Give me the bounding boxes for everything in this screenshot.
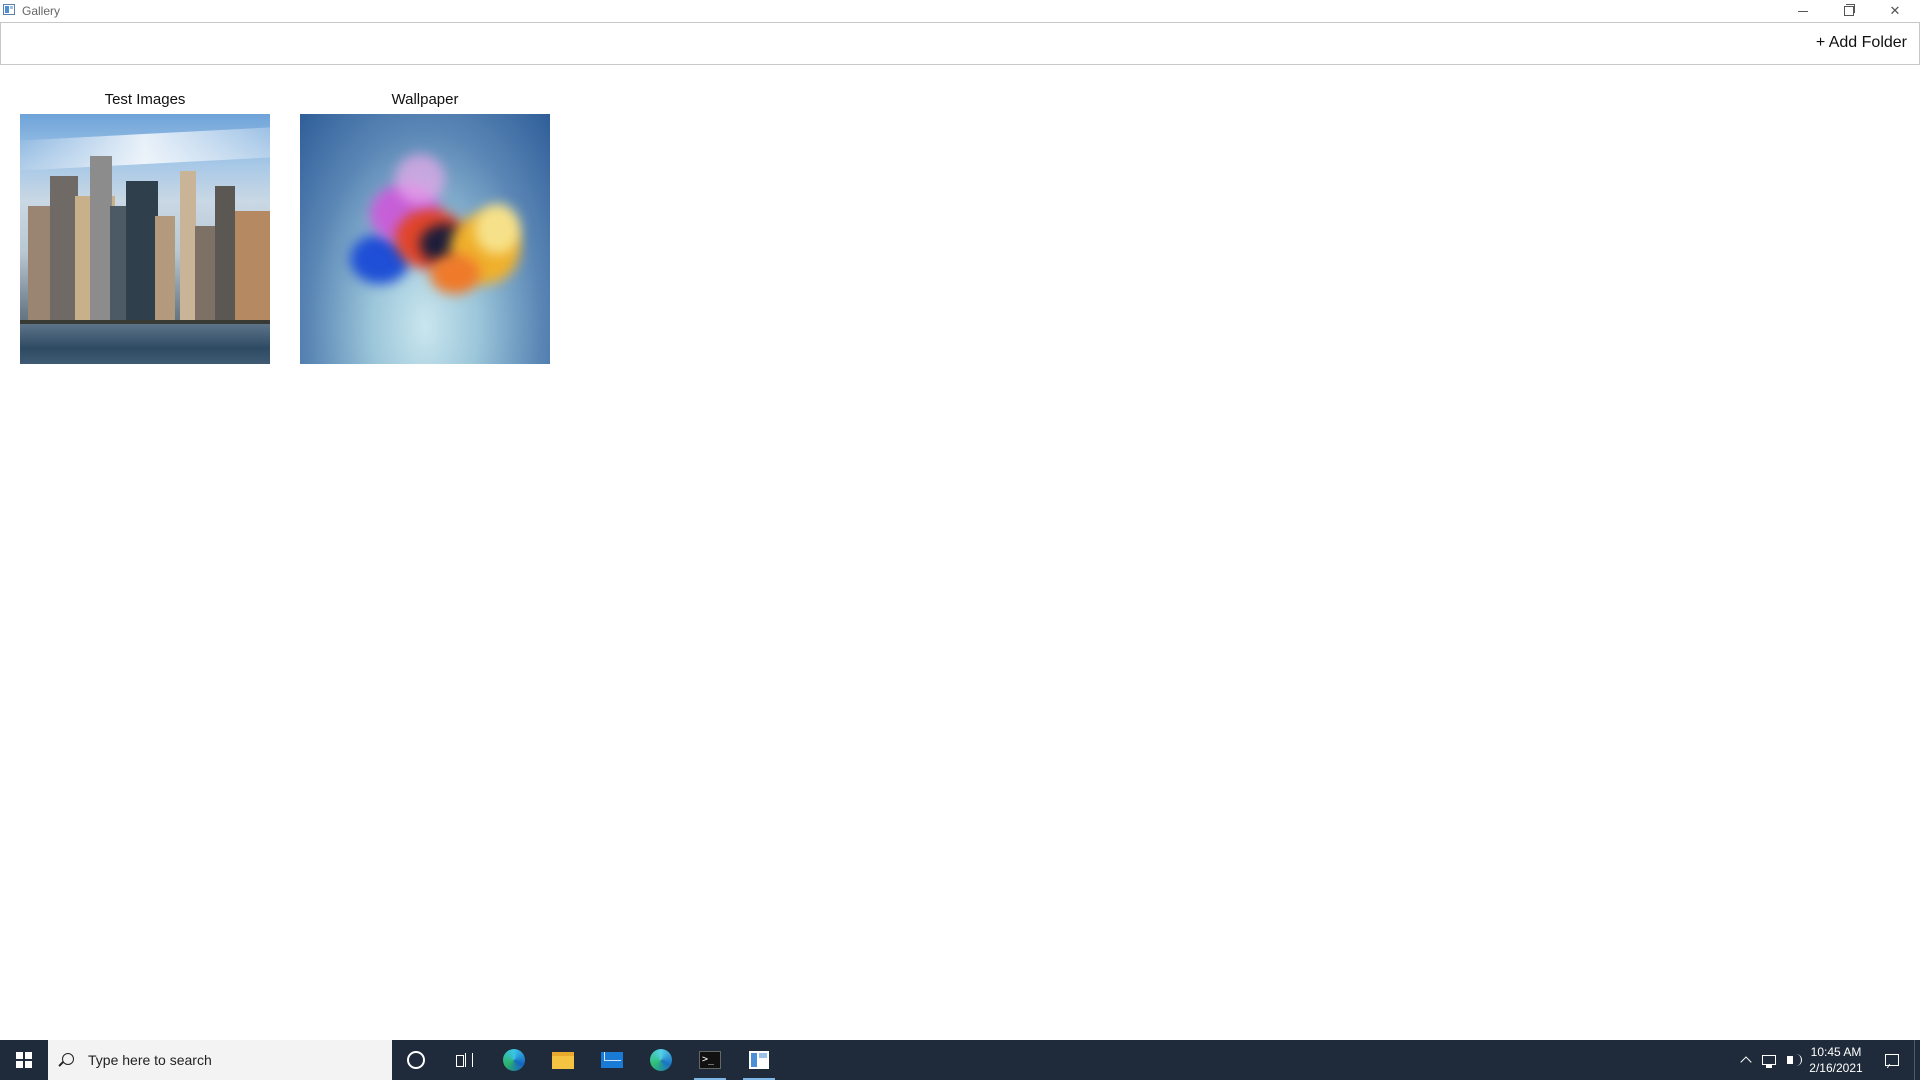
clock-date: 2/16/2021 xyxy=(1809,1061,1863,1075)
folder-tile-test-images[interactable]: Test Images xyxy=(20,90,270,364)
edge-icon xyxy=(503,1049,525,1071)
restore-icon xyxy=(1844,4,1855,16)
show-desktop-button[interactable] xyxy=(1914,1040,1920,1080)
task-view-button[interactable] xyxy=(440,1040,488,1080)
taskbar: Type here to search >_ 10:45 AM 2/16/202… xyxy=(0,1040,1920,1080)
window-title: Gallery xyxy=(22,4,61,18)
command-bar: + Add Folder xyxy=(0,22,1920,65)
title-bar: Gallery ✕ xyxy=(0,0,1920,22)
show-hidden-icons-button[interactable] xyxy=(1736,1040,1756,1080)
cortana-button[interactable] xyxy=(392,1040,440,1080)
folder-thumbnail-city-skyline[interactable] xyxy=(20,114,270,364)
terminal-button[interactable]: >_ xyxy=(686,1040,734,1080)
notification-icon xyxy=(1885,1054,1899,1066)
gallery-taskbar-button[interactable] xyxy=(735,1040,783,1080)
mail-icon xyxy=(601,1052,623,1068)
folder-tile-wallpaper[interactable]: Wallpaper xyxy=(300,90,550,364)
search-placeholder: Type here to search xyxy=(88,1052,212,1068)
file-explorer-button[interactable] xyxy=(539,1040,587,1080)
gallery-app-icon xyxy=(749,1051,769,1069)
clock-time: 10:45 AM xyxy=(1810,1045,1862,1059)
edge-dev-icon xyxy=(650,1049,672,1071)
add-folder-button[interactable]: + Add Folder xyxy=(1816,34,1907,52)
task-view-icon xyxy=(456,1053,473,1067)
windows-logo-icon xyxy=(16,1052,32,1068)
close-icon: ✕ xyxy=(1889,3,1901,18)
cortana-icon xyxy=(407,1051,425,1069)
network-icon xyxy=(1762,1055,1776,1068)
edge-dev-button[interactable] xyxy=(637,1040,685,1080)
file-explorer-icon xyxy=(552,1051,574,1069)
edge-button[interactable] xyxy=(490,1040,538,1080)
action-center-button[interactable] xyxy=(1876,1040,1908,1080)
folder-thumbnail-wallpaper[interactable] xyxy=(300,114,550,364)
chevron-up-icon xyxy=(1740,1056,1752,1068)
minimize-button[interactable] xyxy=(1780,0,1826,22)
start-button[interactable] xyxy=(0,1040,48,1080)
terminal-icon: >_ xyxy=(699,1051,721,1069)
gallery-app-icon xyxy=(3,4,15,15)
close-button[interactable]: ✕ xyxy=(1872,0,1918,22)
search-icon xyxy=(62,1053,74,1065)
volume-icon xyxy=(1787,1054,1802,1066)
mail-button[interactable] xyxy=(588,1040,636,1080)
minimize-icon xyxy=(1798,10,1808,12)
network-button[interactable] xyxy=(1758,1040,1780,1080)
restore-button[interactable] xyxy=(1826,0,1872,22)
taskbar-clock[interactable]: 10:45 AM 2/16/2021 xyxy=(1796,1044,1876,1076)
folder-title: Test Images xyxy=(104,91,186,108)
taskbar-search-box[interactable]: Type here to search xyxy=(48,1040,392,1080)
folder-title: Wallpaper xyxy=(391,91,459,108)
